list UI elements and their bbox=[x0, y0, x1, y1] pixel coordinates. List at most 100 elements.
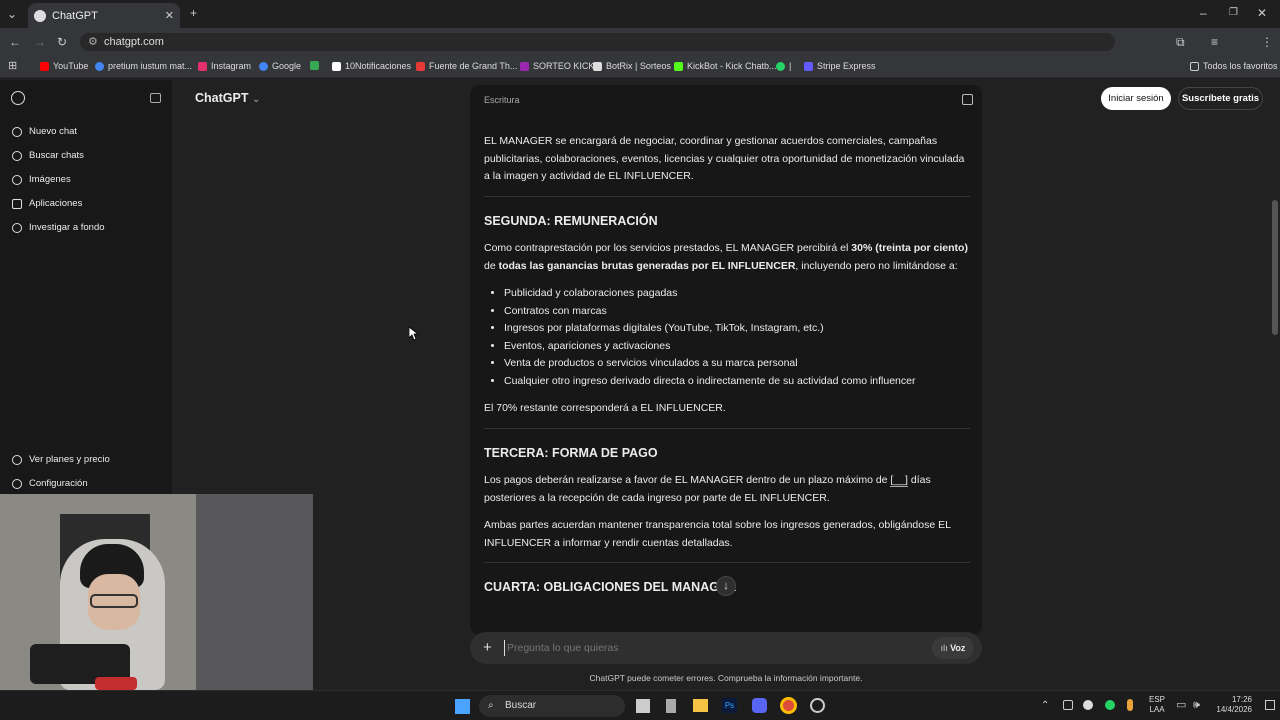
mouse-cursor-icon bbox=[409, 327, 419, 341]
bookmark-item[interactable]: 10Notificaciones bbox=[332, 61, 411, 71]
notifications-icon[interactable] bbox=[1265, 700, 1275, 710]
app-icon[interactable] bbox=[666, 699, 676, 713]
sidebar-item-new-chat[interactable]: Nuevo chat bbox=[12, 126, 77, 137]
section-heading: SEGUNDA: REMUNERACIÓN bbox=[484, 213, 658, 228]
address-bar[interactable]: ⚙ chatgpt.com bbox=[80, 33, 1115, 51]
bookmark-item[interactable]: SORTEO KICK bbox=[520, 61, 594, 71]
sidebar-item-deep-research[interactable]: Investigar a fondo bbox=[12, 222, 105, 233]
apps-grid-icon[interactable]: ⊞ bbox=[8, 59, 17, 73]
chatgpt-app-icon[interactable] bbox=[810, 698, 825, 713]
restore-icon[interactable]: ❐ bbox=[1229, 6, 1238, 20]
bookmark-item[interactable]: Stripe Express bbox=[804, 61, 876, 71]
bookmark-item[interactable]: | bbox=[776, 61, 791, 71]
forward-icon[interactable]: → bbox=[34, 35, 46, 49]
telescope-icon bbox=[12, 222, 22, 233]
paragraph: EL MANAGER se encargará de negociar, coo… bbox=[484, 135, 965, 182]
font-icon bbox=[416, 61, 425, 71]
sidebar-item-apps[interactable]: Aplicaciones bbox=[12, 198, 82, 209]
browser-tab[interactable]: ChatGPT ✕ bbox=[28, 3, 180, 28]
divider bbox=[484, 562, 970, 563]
bookmark-item[interactable]: YouTube bbox=[40, 61, 88, 71]
media-icon[interactable]: ≡ bbox=[1211, 35, 1218, 49]
bookmark-item[interactable]: Instagram bbox=[198, 61, 251, 71]
tray-chevron-up-icon[interactable]: ⌃ bbox=[1041, 699, 1049, 713]
paragraph: Ambas partes acuerdan mantener transpare… bbox=[484, 519, 951, 549]
task-view-icon[interactable] bbox=[636, 699, 650, 713]
scroll-down-arrow-icon[interactable]: ↓ bbox=[716, 576, 736, 596]
site-info-icon[interactable]: ⚙ bbox=[88, 33, 98, 51]
minimize-icon[interactable]: – bbox=[1200, 6, 1207, 20]
bookmark-item[interactable]: Fuente de Grand Th... bbox=[416, 61, 517, 71]
clock[interactable]: 17:26 14/4/2026 bbox=[1210, 695, 1252, 715]
model-selector[interactable]: ChatGPT ⌄ bbox=[195, 91, 260, 105]
list-item: Ingresos por plataformas digitales (YouT… bbox=[504, 320, 970, 338]
document-canvas: Escritura EL MANAGER se encargará de neg… bbox=[470, 85, 982, 635]
disclaimer: ChatGPT puede cometer errores. Comprueba… bbox=[589, 673, 863, 683]
kick-icon bbox=[520, 61, 529, 71]
bookmark-item[interactable]: BotRix | Sorteos bbox=[593, 61, 671, 71]
sidebar-item-images[interactable]: Imágenes bbox=[12, 174, 71, 185]
list-item: Cualquier otro ingreso derivado directa … bbox=[504, 373, 970, 391]
tray-whatsapp-icon[interactable] bbox=[1105, 700, 1115, 710]
taskbar-search[interactable]: ⌕ Buscar bbox=[479, 695, 625, 717]
prompt-input[interactable] bbox=[504, 640, 884, 656]
bookmark-item[interactable]: Google bbox=[259, 61, 301, 71]
document-body: EL MANAGER se encargará de negociar, coo… bbox=[484, 133, 970, 607]
window-close-icon[interactable]: ✕ bbox=[1257, 6, 1267, 20]
bookmarks-bar: ⊞ YouTube pretium iustum mat... Instagra… bbox=[0, 56, 1280, 78]
sidebar-item-plans[interactable]: Ver planes y precio bbox=[12, 454, 110, 465]
section-heading: TERCERA: FORMA DE PAGO bbox=[484, 445, 658, 460]
glasses-icon bbox=[90, 594, 138, 608]
composer: + ılı Voz bbox=[470, 632, 982, 664]
taskbar: ⌕ Buscar Ps ⌃ ESP LAA ▭ 🕪 17:26 14/4/202… bbox=[0, 690, 1280, 720]
bookmark-item[interactable] bbox=[310, 61, 319, 70]
openai-logo-icon[interactable] bbox=[11, 91, 25, 105]
tab-title: ChatGPT bbox=[52, 9, 98, 22]
sidebar-toggle-icon[interactable] bbox=[150, 93, 161, 103]
bookmark-icon bbox=[310, 61, 319, 70]
tray-app-icon[interactable] bbox=[1063, 700, 1073, 710]
menu-kebab-icon[interactable]: ⋮ bbox=[1261, 35, 1273, 49]
search-icon bbox=[12, 150, 22, 161]
extensions-puzzle-icon[interactable]: ⧉ bbox=[1176, 35, 1185, 49]
paragraph: Como contraprestación por los servicios … bbox=[484, 242, 968, 272]
whatsapp-icon bbox=[776, 61, 785, 71]
all-bookmarks[interactable]: Todos los favoritos bbox=[1190, 61, 1278, 71]
network-icon[interactable]: ▭ bbox=[1176, 698, 1186, 712]
gear-icon bbox=[12, 478, 22, 489]
file-explorer-icon[interactable] bbox=[693, 699, 708, 712]
copy-icon[interactable] bbox=[962, 94, 973, 105]
photoshop-icon[interactable]: Ps bbox=[722, 698, 737, 713]
signup-button[interactable]: Suscríbete gratis bbox=[1178, 87, 1263, 110]
volume-icon[interactable]: 🕪 bbox=[1193, 698, 1200, 712]
scrollbar[interactable] bbox=[1272, 200, 1278, 335]
login-button[interactable]: Iniciar sesión bbox=[1101, 87, 1171, 110]
instagram-icon bbox=[198, 61, 207, 71]
back-icon[interactable]: ← bbox=[9, 35, 21, 49]
income-list: Publicidad y colaboraciones pagadas Cont… bbox=[504, 285, 970, 390]
tab-close-icon[interactable]: ✕ bbox=[165, 9, 174, 22]
list-item: Venta de productos o servicios vinculado… bbox=[504, 355, 970, 373]
sidebar-item-search[interactable]: Buscar chats bbox=[12, 150, 84, 161]
chrome-icon[interactable] bbox=[780, 697, 797, 714]
edit-icon bbox=[12, 126, 22, 137]
sidebar-item-settings[interactable]: Configuración bbox=[12, 478, 88, 489]
webcam-background bbox=[196, 494, 313, 690]
new-tab-icon[interactable]: + bbox=[190, 6, 197, 20]
bookmark-item[interactable]: KickBot - Kick Chatb... bbox=[674, 61, 777, 71]
plus-icon[interactable]: + bbox=[483, 639, 492, 656]
canvas-label: Escritura bbox=[484, 95, 520, 105]
google-icon bbox=[259, 61, 268, 71]
divider bbox=[484, 427, 970, 429]
windows-start-icon[interactable] bbox=[455, 699, 470, 714]
language-indicator[interactable]: ESP LAA bbox=[1149, 695, 1165, 715]
discord-icon[interactable] bbox=[752, 698, 767, 713]
tab-search-icon[interactable]: ⌄ bbox=[7, 7, 17, 21]
stripe-icon bbox=[804, 61, 813, 71]
browser-tab-bar: ⌄ ChatGPT ✕ + – ❐ ✕ bbox=[0, 0, 1280, 28]
voice-button[interactable]: ılı Voz bbox=[932, 637, 974, 659]
reload-icon[interactable]: ↻ bbox=[57, 35, 67, 49]
bookmark-item[interactable]: pretium iustum mat... bbox=[95, 61, 192, 71]
tray-microphone-icon[interactable] bbox=[1127, 699, 1133, 711]
tray-cloud-icon[interactable] bbox=[1083, 700, 1093, 710]
